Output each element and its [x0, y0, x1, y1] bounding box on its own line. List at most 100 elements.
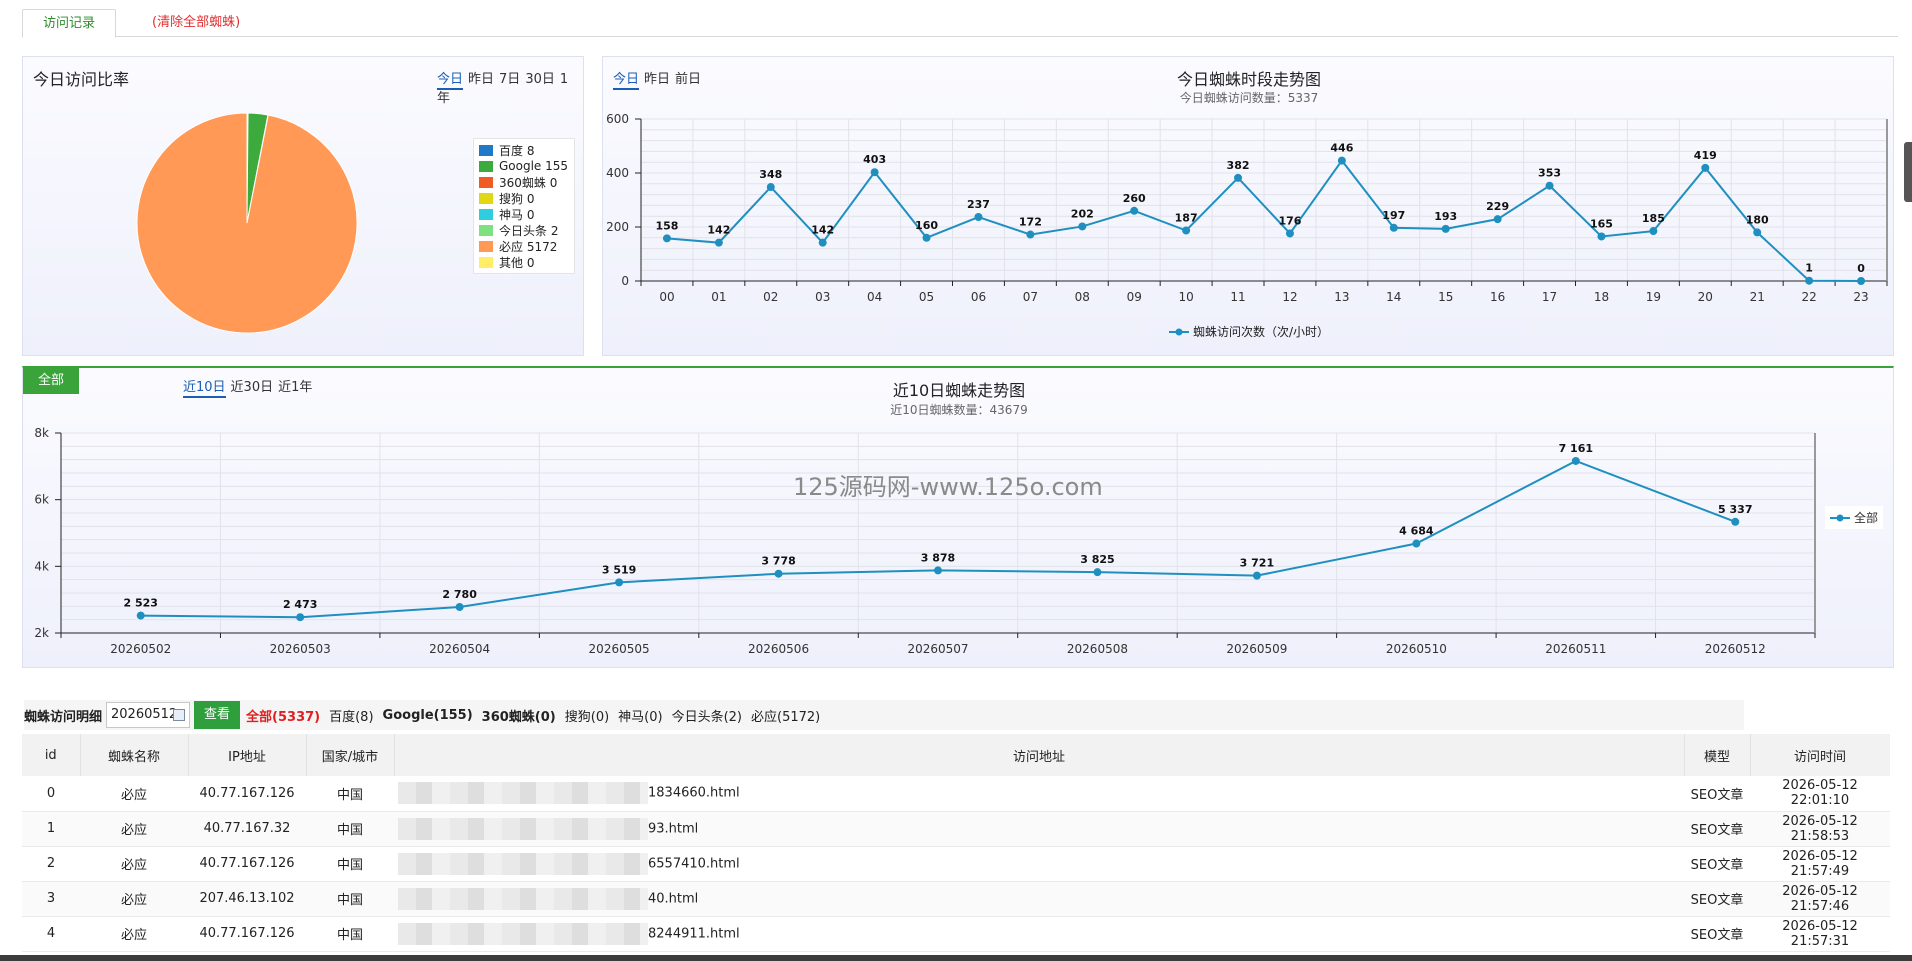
legend-item-baidu[interactable]: 百度 8	[479, 142, 569, 158]
y-tick-label: 0	[621, 274, 629, 288]
filter-bing[interactable]: 必应(5172)	[751, 706, 820, 725]
data-point[interactable]	[1130, 206, 1139, 215]
filter-all[interactable]: 全部(5337)	[246, 706, 320, 725]
data-point[interactable]	[1805, 276, 1814, 285]
range-30d[interactable]: 30日	[525, 72, 555, 87]
data-label: 197	[1382, 209, 1405, 222]
data-point[interactable]	[1026, 230, 1035, 239]
data-point[interactable]	[1649, 227, 1658, 236]
tab-visit-records[interactable]: 访问记录	[22, 9, 116, 38]
y-tick-label: 600	[606, 112, 629, 126]
legend-swatch	[479, 208, 493, 220]
data-point[interactable]	[774, 569, 783, 578]
side-scroll-tab[interactable]	[1904, 142, 1912, 202]
legend-item-other[interactable]: 其他 0	[479, 254, 569, 270]
data-point[interactable]	[1093, 568, 1102, 577]
cell-url[interactable]: 8244911.html	[394, 916, 1684, 952]
filter-toutiao[interactable]: 今日头条(2)	[672, 706, 742, 725]
cell-url[interactable]: 1834660.html	[394, 776, 1684, 812]
bottom-scrollbar[interactable]	[0, 955, 1912, 961]
range-7d[interactable]: 7日	[499, 72, 520, 87]
x-tick-label: 11	[1230, 290, 1245, 304]
data-point[interactable]	[662, 234, 671, 243]
x-tick-label: 20260502	[110, 642, 171, 656]
url-text[interactable]: 1834660.html	[648, 786, 740, 801]
data-point[interactable]	[296, 613, 305, 622]
data-point[interactable]	[766, 183, 775, 192]
data-point[interactable]	[922, 233, 931, 242]
range-yesterday[interactable]: 昨日	[468, 72, 494, 87]
watermark-text: 125源码网-www.125o.com	[793, 473, 1103, 501]
data-point[interactable]	[1182, 226, 1191, 235]
data-point[interactable]	[455, 603, 464, 611]
pie-slice-必应[interactable]	[136, 112, 358, 334]
x-tick-label: 16	[1490, 290, 1505, 304]
filter-baidu[interactable]: 百度(8)	[329, 706, 373, 725]
filter-360[interactable]: 360蜘蛛(0)	[482, 706, 556, 725]
data-point[interactable]	[1389, 223, 1398, 232]
data-label: 353	[1538, 167, 1561, 180]
cell-city: 中国	[306, 846, 394, 882]
url-text[interactable]: 40.html	[648, 891, 698, 906]
filter-google[interactable]: Google(155)	[383, 708, 473, 723]
data-point[interactable]	[870, 168, 879, 177]
data-point[interactable]	[1441, 224, 1450, 233]
x-tick-label: 09	[1127, 290, 1142, 304]
calendar-icon[interactable]	[173, 709, 186, 721]
cell-name: 必应	[80, 811, 188, 847]
range-today[interactable]: 今日	[437, 72, 464, 90]
view-button[interactable]: 查看	[194, 701, 241, 729]
x-tick-label: 03	[815, 290, 830, 304]
x-tick-label: 20	[1698, 290, 1713, 304]
url-text[interactable]: 6557410.html	[648, 856, 740, 871]
data-point[interactable]	[714, 238, 723, 247]
cell-url[interactable]: 6557410.html	[394, 846, 1684, 882]
url-text[interactable]: 8244911.html	[648, 926, 740, 941]
data-point[interactable]	[1597, 232, 1606, 241]
cell-url[interactable]: 40.html	[394, 881, 1684, 917]
legend-swatch	[479, 176, 493, 188]
legend-item-shenma[interactable]: 神马 0	[479, 206, 569, 222]
data-point[interactable]	[934, 566, 942, 575]
col-url: 访问地址	[394, 734, 1685, 776]
data-point[interactable]	[1234, 173, 1243, 182]
data-point[interactable]	[1285, 229, 1294, 238]
data-point[interactable]	[1412, 539, 1421, 548]
data-point[interactable]	[1493, 215, 1502, 224]
filter-shenma[interactable]: 神马(0)	[618, 706, 662, 725]
url-text[interactable]: 93.html	[648, 821, 698, 836]
data-point[interactable]	[1731, 517, 1740, 526]
data-point[interactable]	[1252, 571, 1261, 580]
date-input[interactable]: 20260512	[106, 702, 191, 728]
legend-item-toutiao[interactable]: 今日头条 2	[479, 222, 569, 238]
data-point[interactable]	[1545, 181, 1554, 190]
hourly-line-chart: 020040060000 01 02 03 04 05 06 07 08 09 10 11 12 13 14…	[606, 112, 1888, 304]
data-point[interactable]	[1078, 222, 1087, 231]
data-label: 382	[1227, 159, 1250, 172]
data-point[interactable]	[818, 238, 827, 247]
legend-item-bing[interactable]: 必应 5172	[479, 238, 569, 254]
legend-item-sogou[interactable]: 搜狗 0	[479, 190, 569, 206]
col-time: 访问时间	[1750, 734, 1890, 776]
legend-swatch	[479, 144, 493, 156]
data-point[interactable]	[974, 213, 983, 222]
x-tick-label: 06	[971, 290, 986, 304]
data-point[interactable]	[615, 578, 624, 587]
data-point[interactable]	[136, 611, 145, 620]
data-point[interactable]	[1701, 163, 1710, 172]
legend-item-360[interactable]: 360蜘蛛 0	[479, 174, 569, 190]
legend-swatch	[479, 224, 493, 236]
data-point[interactable]	[1337, 156, 1346, 165]
y-tick-label: 2k	[34, 626, 49, 640]
data-label: 7 161	[1559, 442, 1593, 455]
data-point[interactable]	[1857, 277, 1866, 285]
cell-time: 2026-05-12 21:58:53	[1750, 811, 1890, 847]
cell-url[interactable]: 93.html	[394, 811, 1684, 847]
clear-all-spiders-link[interactable]: (清除全部蜘蛛)	[152, 9, 240, 37]
data-point[interactable]	[1753, 228, 1762, 237]
legend-item-google[interactable]: Google 155	[479, 158, 569, 174]
daily-legend[interactable]: 全部	[1825, 506, 1884, 529]
hourly-legend[interactable]: 蜘蛛访问次数（次/小时）	[1169, 323, 1329, 340]
filter-sogou[interactable]: 搜狗(0)	[565, 706, 609, 725]
data-point[interactable]	[1571, 456, 1580, 465]
